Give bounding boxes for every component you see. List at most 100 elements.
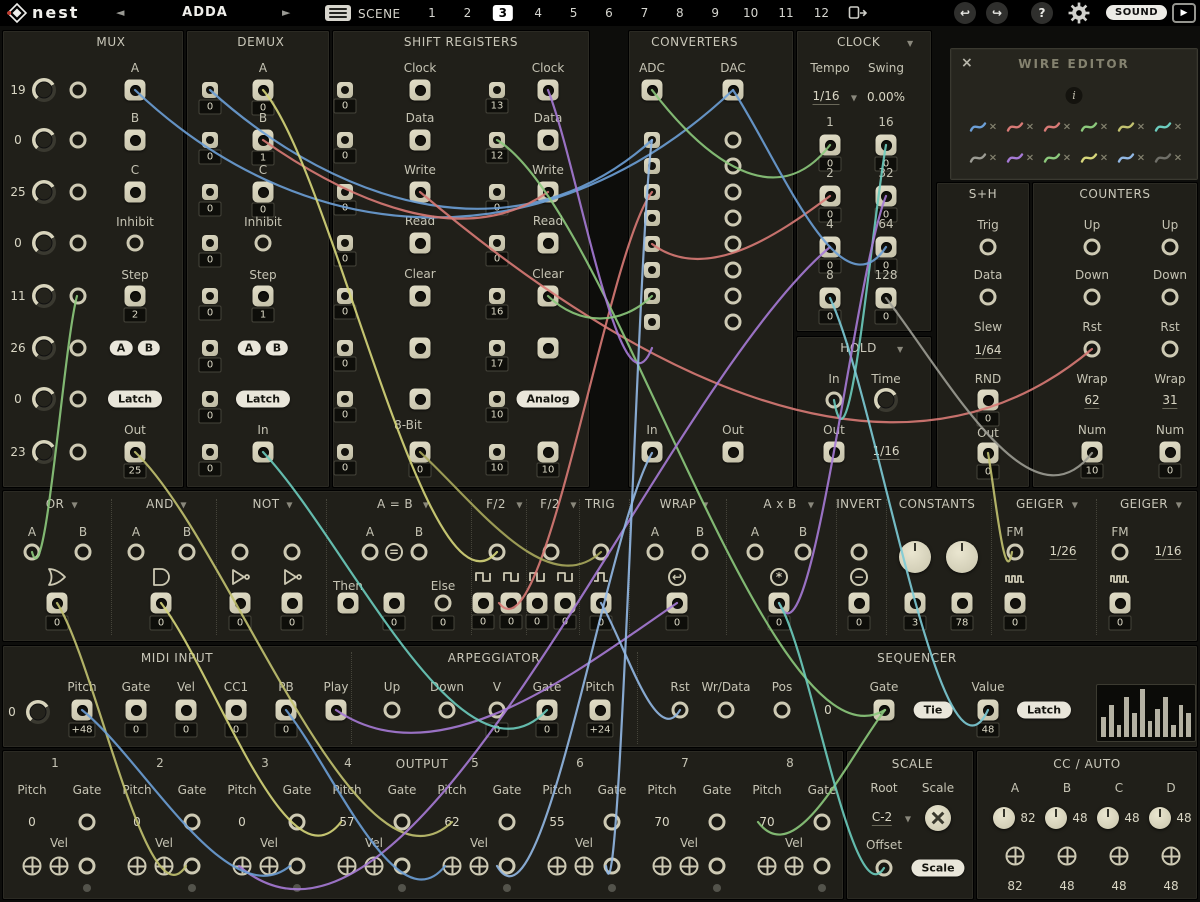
seq-value[interactable]: 48 — [977, 723, 1000, 738]
output-pitch-value[interactable]: 55 — [549, 815, 564, 829]
copy-scene-icon[interactable] — [848, 5, 868, 21]
sr-cell-jack[interactable] — [489, 235, 505, 251]
close-icon[interactable]: × — [961, 55, 973, 71]
demux-out-value[interactable]: 0 — [199, 100, 222, 115]
constant-value[interactable]: 78 — [951, 616, 974, 631]
output-gate-out-jack[interactable] — [604, 858, 621, 875]
demux-out-value[interactable]: 0 — [199, 150, 222, 165]
demux-step-value[interactable]: 1 — [252, 308, 275, 323]
mux-input-jack[interactable] — [70, 444, 87, 461]
mux-ab-b-button[interactable]: B — [138, 341, 160, 356]
clock-tempo-value[interactable]: 1/16 — [813, 89, 840, 105]
f2-b-out-value[interactable]: 0 — [554, 615, 577, 630]
constant-knob[interactable] — [946, 541, 978, 573]
demux-addr-jack[interactable] — [253, 182, 274, 203]
dropdown-chevron-icon[interactable]: ▼ — [180, 501, 186, 510]
mux-input-jack[interactable] — [70, 288, 87, 305]
dropdown-chevron-icon[interactable]: ▼ — [72, 501, 78, 510]
output-pitch-value[interactable]: 0 — [238, 815, 246, 829]
seq-wrdata-jack[interactable] — [718, 702, 735, 719]
sr-data-jack[interactable] — [410, 130, 431, 151]
f2-b-out-value[interactable]: 0 — [526, 615, 549, 630]
demux-out-jack[interactable] — [202, 235, 218, 251]
seq-step-bar[interactable] — [1132, 713, 1137, 737]
sr-data-jack[interactable] — [538, 130, 559, 151]
mux-latch-button[interactable]: Latch — [108, 391, 162, 408]
clock-div-jack[interactable] — [820, 237, 841, 258]
constant-knob[interactable] — [899, 541, 931, 573]
demux-out-value[interactable]: 0 — [199, 462, 222, 477]
output-gate-in-jack[interactable] — [814, 814, 831, 831]
dropdown-chevron-icon[interactable]: ▼ — [702, 501, 708, 510]
sr-clock-jack[interactable] — [538, 80, 559, 101]
wrap-out-value[interactable]: 0 — [666, 616, 689, 631]
scene-button-3[interactable]: 3 — [493, 5, 513, 21]
demux-ab-b-button[interactable]: B — [266, 341, 288, 356]
seq-step-bar[interactable] — [1179, 705, 1184, 737]
output-gate-in-jack[interactable] — [394, 814, 411, 831]
demux-latch-button[interactable]: Latch — [236, 391, 290, 408]
demux-addr-jack[interactable] — [253, 80, 274, 101]
f2-b-in-jack[interactable] — [543, 544, 560, 561]
mux-input-dial[interactable] — [32, 180, 56, 204]
invert-out-value[interactable]: 0 — [848, 616, 871, 631]
wire-delete-button[interactable]: × — [1063, 122, 1071, 133]
seq-step-bar[interactable] — [1109, 705, 1114, 737]
demux-out-jack[interactable] — [202, 82, 218, 98]
wire-delete-button[interactable]: × — [989, 153, 997, 164]
cc-jack-d[interactable] — [1162, 847, 1181, 866]
mux-out-value[interactable]: 25 — [124, 464, 147, 479]
sr-cell-value[interactable]: 0 — [486, 252, 509, 267]
seq-step-bar[interactable] — [1155, 709, 1160, 737]
f2-a-out-jack[interactable] — [473, 593, 494, 614]
geiger1-rate-value[interactable]: 1/26 — [1050, 544, 1077, 560]
sr-cell-value[interactable]: 10 — [486, 461, 509, 476]
trig-out-jack[interactable] — [591, 593, 612, 614]
adc-bit-jack[interactable] — [644, 288, 660, 304]
aeqb-out-jack[interactable] — [384, 593, 405, 614]
seq-step-bar[interactable] — [1148, 721, 1153, 737]
and-gate-out-jack[interactable] — [151, 593, 172, 614]
output-pitch-jack[interactable] — [548, 857, 567, 876]
adc-bit-jack[interactable] — [644, 132, 660, 148]
aeqb-else-jack[interactable] — [435, 595, 452, 612]
seq-step-bar[interactable] — [1171, 725, 1176, 737]
constant-out-jack[interactable] — [952, 593, 973, 614]
output-pitch-jack[interactable] — [758, 857, 777, 876]
mux-input-dial[interactable] — [32, 336, 56, 360]
mux-input-dial[interactable] — [32, 128, 56, 152]
adc-in-jack[interactable] — [642, 442, 663, 463]
output-gate-in-jack[interactable] — [289, 814, 306, 831]
counter-num-jack[interactable] — [1160, 442, 1181, 463]
cc-jack-c[interactable] — [1110, 847, 1129, 866]
mux-input-dial[interactable] — [32, 387, 56, 411]
output-vel-jack[interactable] — [365, 857, 384, 876]
play-button[interactable]: ▶ — [1172, 3, 1196, 23]
counter-wrap-value[interactable]: 31 — [1162, 393, 1177, 409]
dropdown-chevron-icon[interactable]: ▼ — [570, 501, 576, 510]
dropdown-chevron-icon[interactable]: ▼ — [286, 501, 292, 510]
dac-bit-jack[interactable] — [725, 184, 742, 201]
seq-tie-button[interactable]: Tie — [914, 702, 953, 719]
sr-write-jack[interactable] — [410, 182, 431, 203]
info-icon[interactable]: i — [1066, 87, 1083, 104]
dac-bit-jack[interactable] — [725, 288, 742, 305]
midi-pb-jack[interactable] — [276, 700, 297, 721]
output-pitch-jack[interactable] — [233, 857, 252, 876]
adc-bit-jack[interactable] — [644, 210, 660, 226]
adc-bit-jack[interactable] — [644, 236, 660, 252]
constant-out-jack[interactable] — [905, 593, 926, 614]
trig-in-jack[interactable] — [593, 544, 610, 561]
arp-v-value[interactable]: 0 — [486, 723, 509, 738]
scale-quantize-button[interactable]: Scale — [911, 860, 964, 877]
clock-div-jack[interactable] — [876, 288, 897, 309]
mux-input-jack[interactable] — [70, 340, 87, 357]
demux-out-value[interactable]: 0 — [199, 202, 222, 217]
arp-v-jack[interactable] — [489, 702, 506, 719]
mux-addr-jack[interactable] — [125, 182, 146, 203]
not-out-value[interactable]: 0 — [229, 616, 252, 631]
invert-in-jack[interactable] — [851, 544, 868, 561]
mux-addr-jack[interactable] — [125, 80, 146, 101]
hold-time-value[interactable]: 1/16 — [873, 444, 900, 460]
wire-delete-button[interactable]: × — [1026, 122, 1034, 133]
